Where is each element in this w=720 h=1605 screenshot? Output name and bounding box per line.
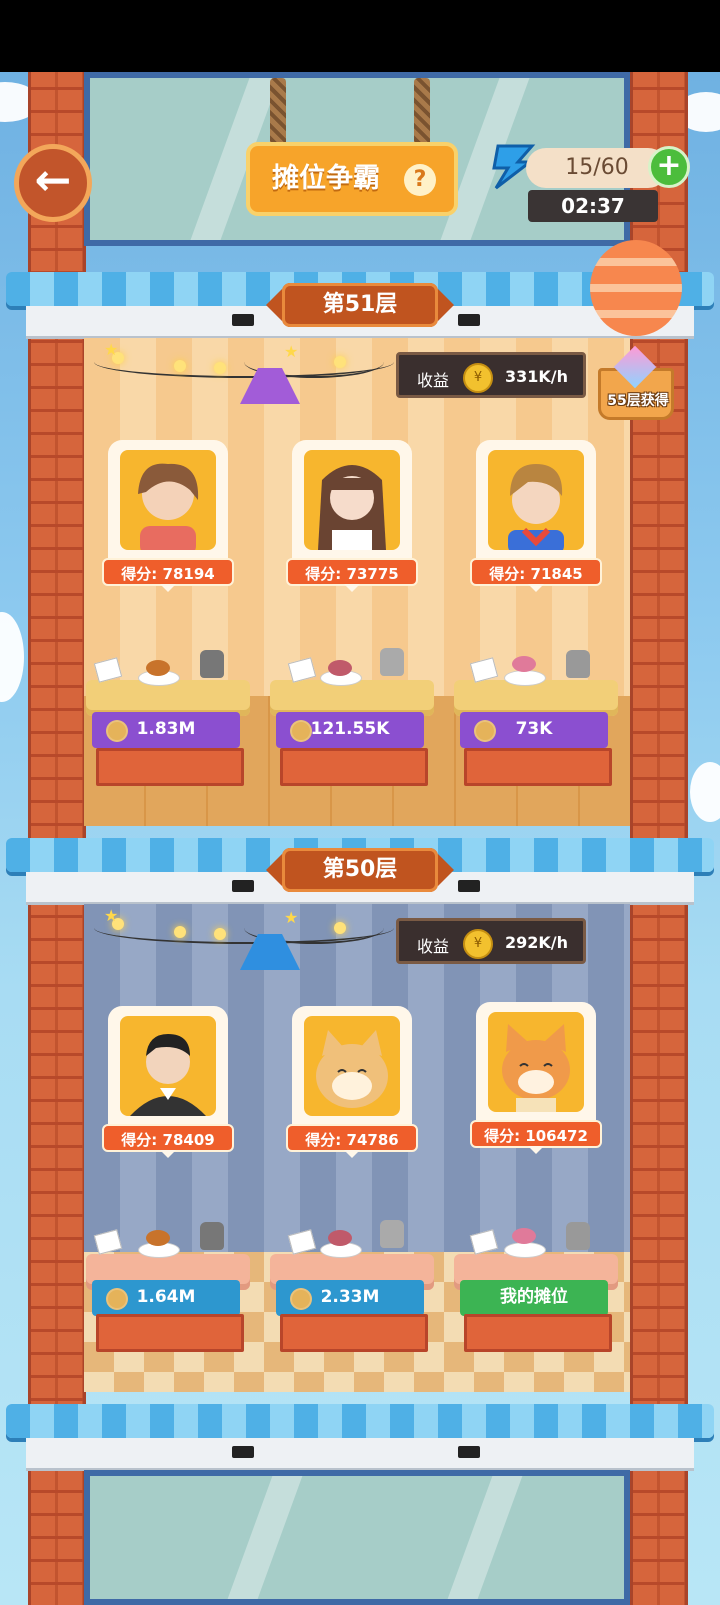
energy-counter: 15/60 [526,148,668,188]
score-label: 得分: 78409 [102,1124,234,1152]
avatar [304,450,400,550]
avatar [120,1016,216,1116]
player-card[interactable]: 得分: 74786 [286,1006,418,1158]
income-panel-51: 收益 ¥ 331K/h [396,352,586,398]
ledge-bottom [26,1438,694,1471]
player-card[interactable]: 得分: 73775 [286,440,418,592]
counter-base [280,1314,428,1352]
stall-banner[interactable]: 2.33M [276,1280,424,1316]
stall-value: 73K [515,719,553,739]
income-panel-50: 收益 ¥ 292K/h [396,918,586,964]
back-button[interactable]: ← [14,144,92,222]
score-label: 得分: 78194 [102,558,234,586]
income-value: 292K/h [505,933,569,952]
avatar [120,450,216,550]
stall-value: 我的摊位 [500,1287,568,1307]
coin-icon: ¥ [463,363,493,393]
counter-base [280,748,428,786]
stall-value: 1.83M [136,719,196,739]
coin-icon [290,720,312,742]
coin-icon [106,720,128,742]
reward-label: 55层获得 [607,393,669,409]
coin-icon [290,1288,312,1310]
score-label: 得分: 74786 [286,1124,418,1152]
sign-rope-right [414,78,430,148]
score-label: 得分: 71845 [470,558,602,586]
coin-icon [474,720,496,742]
stall-banner[interactable]: 73K [460,712,608,748]
help-icon[interactable]: ? [404,164,436,196]
awning-bottom [6,1404,714,1438]
player-card[interactable]: 得分: 78194 [102,440,234,592]
stall-value: 121.55K [310,719,390,739]
avatar [488,1012,584,1112]
stall-banner[interactable]: 121.55K [276,712,424,748]
coin-icon [106,1288,128,1310]
back-arrow-icon: ← [34,155,72,206]
counter-top [454,680,618,716]
bottom-facade-window [84,1470,630,1605]
balloon-icon[interactable] [590,240,682,336]
counter-top [270,680,434,716]
player-card[interactable]: 得分: 78409 [102,1006,234,1158]
sign-rope-left [270,78,286,148]
energy-timer: 02:37 [528,190,658,222]
floor-tag-50: 第50层 [266,848,454,892]
counter-top [86,680,250,716]
avatar [488,450,584,550]
score-label: 得分: 106472 [470,1120,602,1148]
income-label: 收益 [417,937,450,956]
stall-value: 2.33M [320,1287,380,1307]
status-bar [0,0,720,72]
player-card[interactable]: 得分: 71845 [470,440,602,592]
coin-icon: ¥ [463,929,493,959]
player-card[interactable]: 得分: 106472 [470,1002,602,1154]
income-label: 收益 [417,371,450,390]
add-energy-button[interactable]: + [648,146,690,188]
counter-base [96,748,244,786]
floor-tag-51: 第51层 [266,283,454,327]
avatar [304,1016,400,1116]
score-label: 得分: 73775 [286,558,418,586]
counter-base [464,1314,612,1352]
counter-base [464,748,612,786]
stall-banner[interactable]: 1.64M [92,1280,240,1316]
page-title: 摊位争霸 [272,163,380,194]
stall-value: 1.64M [136,1287,196,1307]
income-value: 331K/h [505,367,569,386]
counter-base [96,1314,244,1352]
stall-banner[interactable]: 1.83M [92,712,240,748]
my-stall-banner[interactable]: 我的摊位 [460,1280,608,1316]
